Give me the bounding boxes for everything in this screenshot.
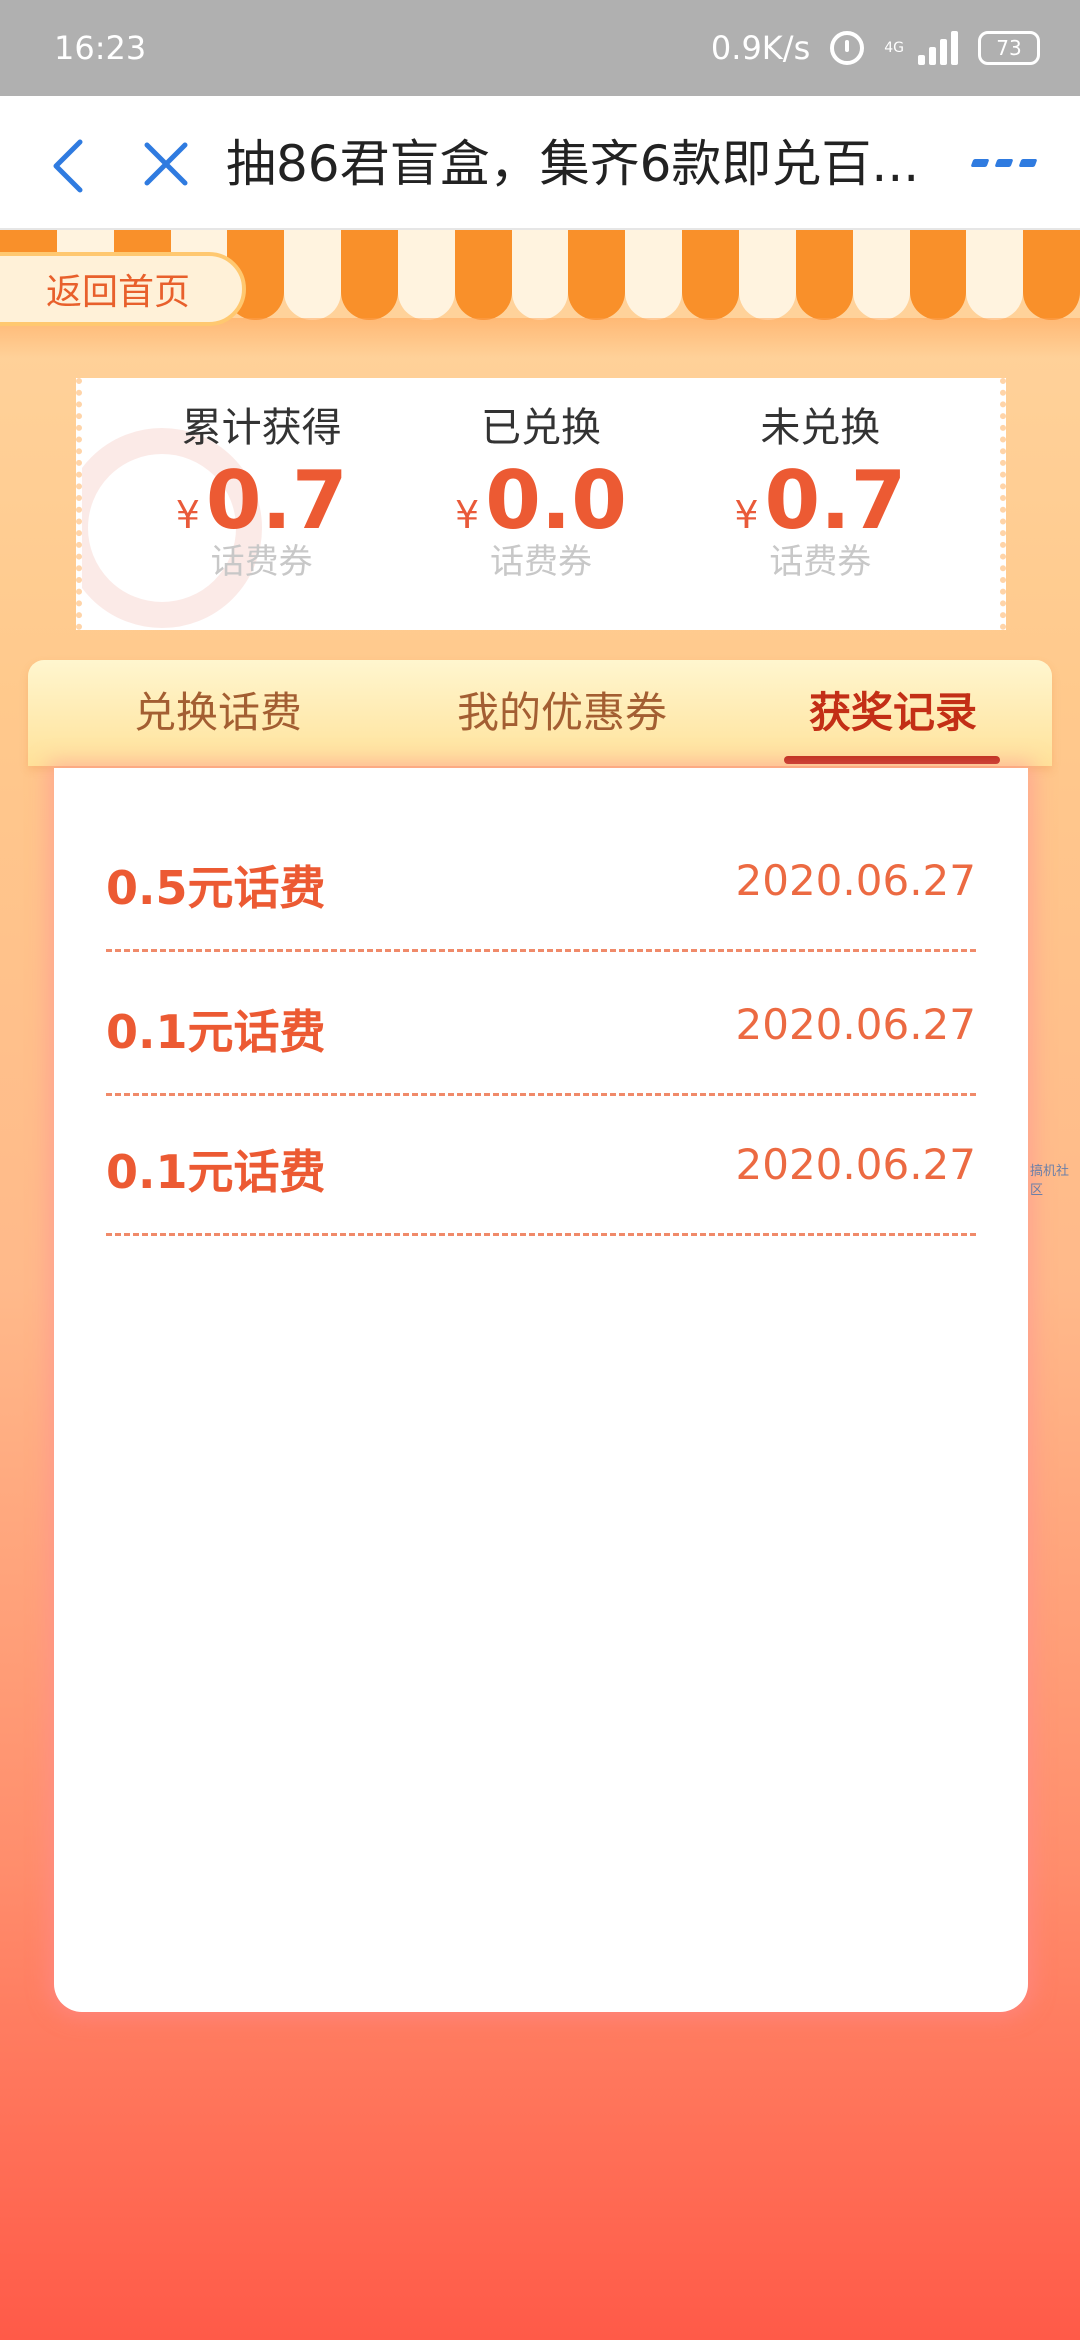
- active-tab-indicator: [784, 756, 1000, 764]
- network-speed: 0.9K/s: [710, 29, 811, 67]
- awning-stripe: [909, 230, 967, 320]
- stat-redeemed: 已兑换 ¥ 0.0 话费券: [411, 400, 671, 584]
- stat-unit: 话费券: [210, 542, 313, 582]
- awning-stripe: [852, 230, 910, 320]
- status-time: 16:23: [54, 29, 147, 67]
- awning-stripe: [341, 230, 398, 320]
- awning-stripe: [625, 230, 683, 320]
- stat-unit: 话费券: [489, 542, 592, 582]
- battery-icon: 73: [978, 31, 1040, 65]
- record-item: 0.5元话费 2020.06.27: [106, 812, 976, 952]
- stat-unredeemed: 未兑换 ¥ 0.7 话费券: [690, 400, 950, 584]
- records-panel: 0.5元话费 2020.06.27 0.1元话费 2020.06.27 0.1元…: [54, 768, 1028, 2012]
- record-title: 0.1元话费: [106, 1145, 326, 1199]
- stat-label: 累计获得: [181, 405, 342, 451]
- stat-value-row: ¥ 0.7: [132, 456, 392, 546]
- awning-stripe: [1023, 230, 1080, 320]
- awning-stripe: [966, 230, 1024, 320]
- record-item: 0.1元话费 2020.06.27: [106, 956, 976, 1096]
- stats-card: 累计获得 ¥ 0.7 话费券 已兑换 ¥ 0.0 话费券 未兑换 ¥ 0.7 话…: [76, 378, 1006, 630]
- page-title: 抽86君盲盒，集齐6款即兑百...: [226, 135, 920, 193]
- tab-bar: 兑换话费 我的优惠券 获奖记录: [28, 660, 1052, 766]
- title-bar: 抽86君盲盒，集齐6款即兑百...: [0, 96, 1080, 230]
- status-indicators: 0.9K/s 4G 73: [711, 29, 1040, 67]
- awning-stripe: [682, 230, 739, 320]
- record-item: 0.1元话费 2020.06.27: [106, 1096, 976, 1236]
- record-date: 2020.06.27: [735, 1000, 976, 1049]
- signal-icon: [918, 31, 958, 65]
- close-icon[interactable]: [134, 132, 198, 196]
- record-date: 2020.06.27: [735, 1140, 976, 1189]
- currency-symbol: ¥: [455, 493, 480, 537]
- tab-prize-records[interactable]: 获奖记录: [768, 660, 1018, 766]
- awning-stripe: [397, 230, 455, 320]
- network-type: 4G: [884, 40, 904, 56]
- more-icon[interactable]: [970, 148, 1038, 178]
- status-bar: 16:23 0.9K/s 4G 73: [0, 0, 1080, 96]
- stat-label: 已兑换: [480, 405, 601, 451]
- awning-stripe: [511, 230, 569, 320]
- awning-stripe: [454, 230, 512, 320]
- awning-stripe: [738, 230, 796, 320]
- record-title: 0.5元话费: [106, 861, 326, 915]
- stat-unit: 话费券: [769, 542, 872, 582]
- stat-label: 未兑换: [760, 405, 881, 451]
- stat-value-row: ¥ 0.7: [690, 456, 950, 546]
- stat-value-row: ¥ 0.0: [411, 456, 671, 546]
- awning-stripe: [284, 230, 342, 320]
- stat-value: 0.7: [205, 454, 348, 547]
- tab-my-coupons[interactable]: 我的优惠券: [392, 660, 732, 766]
- currency-symbol: ¥: [734, 493, 759, 537]
- record-title: 0.1元话费: [106, 1005, 326, 1059]
- tab-exchange-credit[interactable]: 兑换话费: [68, 660, 368, 766]
- stat-value: 0.7: [764, 454, 907, 547]
- home-button[interactable]: 返回首页: [0, 252, 246, 326]
- currency-symbol: ¥: [175, 493, 200, 537]
- stat-total-earned: 累计获得 ¥ 0.7 话费券: [132, 400, 392, 584]
- alarm-icon: [830, 31, 865, 65]
- record-date: 2020.06.27: [735, 856, 976, 905]
- battery-level: 73: [996, 36, 1022, 60]
- awning-stripe: [568, 230, 626, 320]
- awning-stripe: [795, 230, 853, 320]
- watermark-text: 搞机社区: [1030, 1164, 1070, 1198]
- stat-value: 0.0: [485, 454, 627, 547]
- back-arrow-icon[interactable]: [38, 136, 98, 196]
